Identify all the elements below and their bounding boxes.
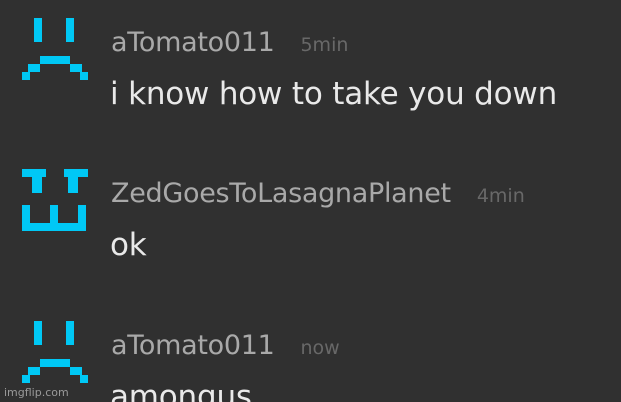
timestamp: 4min — [476, 185, 525, 207]
message-text: i know how to take you down — [110, 76, 558, 112]
sad-face-icon — [22, 321, 88, 383]
message-text: amongus — [110, 379, 252, 402]
message-header: aTomato011 5min — [111, 27, 348, 58]
grin-face-icon — [22, 169, 88, 231]
username[interactable]: aTomato011 — [111, 330, 275, 361]
chat-message: aTomato011 now amongus — [0, 303, 621, 402]
avatar[interactable] — [22, 321, 88, 387]
sad-face-icon — [22, 18, 88, 80]
chat-message: aTomato011 5min i know how to take you d… — [0, 0, 621, 112]
message-text: ok — [110, 227, 147, 263]
watermark: imgflip.com — [4, 386, 69, 399]
chat-feed: aTomato011 5min i know how to take you d… — [0, 0, 621, 402]
username[interactable]: aTomato011 — [111, 27, 275, 58]
avatar[interactable] — [22, 18, 88, 84]
username[interactable]: ZedGoesToLasagnaPlanet — [111, 178, 451, 209]
timestamp: now — [300, 337, 340, 359]
message-header: aTomato011 now — [111, 330, 340, 361]
timestamp: 5min — [300, 34, 349, 56]
message-header: ZedGoesToLasagnaPlanet 4min — [111, 178, 525, 209]
avatar[interactable] — [22, 169, 88, 235]
chat-message: ZedGoesToLasagnaPlanet 4min ok — [0, 151, 621, 263]
